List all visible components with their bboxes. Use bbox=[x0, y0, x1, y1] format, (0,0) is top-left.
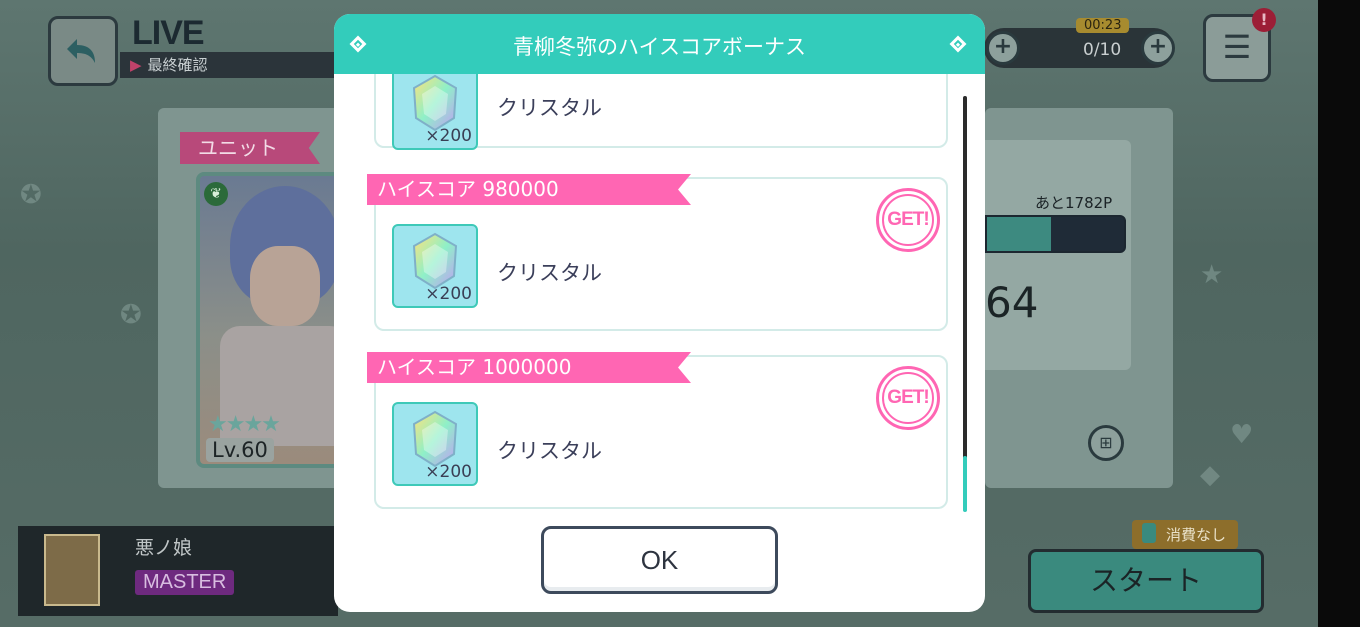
song-name: 悪ノ娘 bbox=[135, 537, 193, 559]
star-deco-icon: ★ bbox=[1200, 260, 1224, 290]
crystal-icon bbox=[412, 232, 458, 290]
diamond-ornament-icon bbox=[949, 35, 967, 53]
item-name: クリスタル bbox=[497, 261, 602, 285]
back-arrow-icon bbox=[67, 39, 95, 63]
item-quantity: ×200 bbox=[425, 462, 472, 482]
get-stamp-label: GET! bbox=[887, 387, 929, 408]
back-button[interactable] bbox=[48, 16, 118, 86]
card-level: Lv.60 bbox=[206, 438, 274, 462]
difficulty-badge: MASTER bbox=[135, 570, 235, 595]
add-currency-button[interactable]: + bbox=[986, 31, 1020, 65]
add-stamina-button[interactable]: + bbox=[1141, 31, 1175, 65]
consume-label: 消費なし bbox=[1166, 526, 1227, 544]
song-jacket bbox=[44, 534, 100, 606]
crystal-item: ×200 bbox=[392, 402, 478, 486]
score-progress-fill bbox=[987, 217, 1052, 251]
crystal-icon bbox=[412, 410, 458, 468]
card-art-face bbox=[250, 246, 320, 326]
dialog-title: 青柳冬弥のハイスコアボーナス bbox=[513, 35, 806, 59]
heart-deco-icon: ♥ bbox=[1230, 420, 1254, 450]
item-name: クリスタル bbox=[497, 96, 602, 120]
threshold-ribbon: ハイスコア 980000 bbox=[367, 174, 691, 205]
remaining-points: あと1782P bbox=[1035, 194, 1113, 212]
page-subtitle: ▶ 最終確認 bbox=[120, 52, 340, 78]
item-name: クリスタル bbox=[497, 439, 602, 463]
start-button[interactable]: スタート bbox=[1028, 549, 1264, 613]
ok-button[interactable]: OK bbox=[541, 526, 778, 594]
threshold-ribbon: ハイスコア 1000000 bbox=[367, 352, 691, 383]
score-panel-inner bbox=[985, 140, 1131, 370]
score-progress-bar bbox=[985, 215, 1126, 253]
consume-badge: 消費なし bbox=[1132, 520, 1239, 549]
subtitle-label: 最終確認 bbox=[147, 56, 208, 74]
unit-tab: ユニット bbox=[180, 132, 320, 164]
diamond-ornament-icon bbox=[349, 35, 367, 53]
gift-button[interactable]: ⊞ bbox=[1088, 425, 1124, 461]
crystal-item: ×200 bbox=[392, 224, 478, 308]
item-quantity: ×200 bbox=[425, 284, 472, 304]
stamina-timer: 00:23 bbox=[1076, 18, 1130, 33]
get-stamp-label: GET! bbox=[887, 209, 929, 230]
stamina-can-icon bbox=[1142, 523, 1156, 543]
page-title: LIVE bbox=[132, 14, 205, 52]
score-number: 64 bbox=[985, 278, 1039, 327]
scrollbar-track[interactable] bbox=[963, 96, 967, 511]
dialog-header: 青柳冬弥のハイスコアボーナス bbox=[334, 14, 985, 74]
get-stamp: GET! bbox=[876, 188, 940, 252]
crystal-icon bbox=[412, 74, 458, 132]
crystal-item: ×200 bbox=[392, 74, 478, 150]
gift-icon: ⊞ bbox=[1099, 433, 1113, 452]
star-deco-icon: ✪ bbox=[20, 180, 42, 210]
highscore-bonus-dialog: 青柳冬弥のハイスコアボーナス ×200 クリスタル ×200 クリスタル GET… bbox=[334, 14, 985, 612]
star-deco-icon: ✪ bbox=[120, 300, 142, 330]
unit-card[interactable]: ❦ ★★★★ Lv.60 bbox=[196, 172, 346, 468]
get-stamp: GET! bbox=[876, 366, 940, 430]
play-triangle-icon: ▶ bbox=[130, 56, 142, 74]
stamina-count: 0/10 bbox=[1083, 40, 1122, 60]
alert-badge: ! bbox=[1252, 8, 1276, 32]
rarity-stars: ★★★★ bbox=[208, 412, 281, 437]
leaf-attribute-icon: ❦ bbox=[204, 182, 228, 206]
hamburger-icon: ☰ bbox=[1222, 28, 1252, 66]
reward-card: ×200 クリスタル bbox=[374, 74, 948, 150]
item-quantity: ×200 bbox=[425, 126, 472, 146]
reward-list[interactable]: ×200 クリスタル ×200 クリスタル GET! ハイスコア 980000 bbox=[334, 74, 985, 514]
diamond-deco-icon: ◆ bbox=[1200, 460, 1220, 490]
scrollbar-thumb[interactable] bbox=[963, 456, 967, 512]
